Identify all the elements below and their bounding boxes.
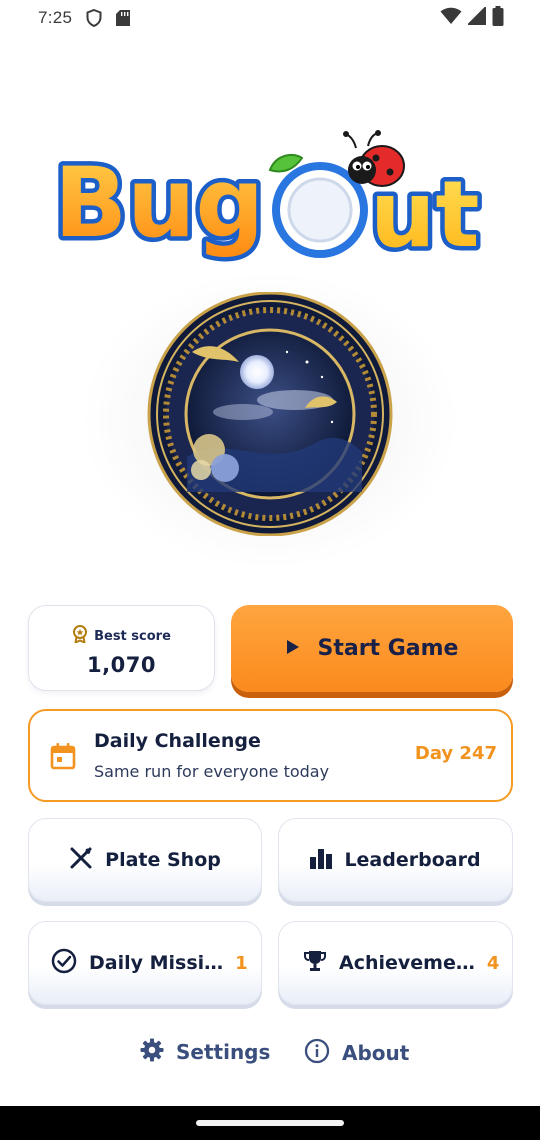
achievements-count: 4 — [486, 952, 500, 974]
home-gesture-handle[interactable] — [196, 1120, 344, 1126]
status-bar: 7:25 — [0, 0, 540, 36]
play-icon — [286, 639, 300, 659]
svg-text:ut: ut — [370, 161, 479, 268]
daily-challenge-day: Day 247 — [414, 743, 497, 764]
trophy-icon — [303, 949, 327, 977]
achievements-label: Achieveme… — [339, 952, 475, 974]
info-icon — [304, 1038, 330, 1068]
best-score-value: 1,070 — [87, 653, 156, 677]
daily-challenge-title: Daily Challenge — [94, 730, 261, 752]
signal-icon — [466, 5, 486, 29]
plate-shop-label: Plate Shop — [105, 849, 221, 871]
best-score-card: Best score 1,070 — [28, 605, 215, 691]
gear-icon — [140, 1038, 164, 1066]
daily-challenge-subtitle: Same run for everyone today — [94, 762, 330, 781]
svg-text:Bug: Bug — [54, 147, 264, 259]
daily-missions-label: Daily Missi… — [89, 952, 224, 974]
calendar-icon — [50, 742, 76, 774]
sd-card-icon — [116, 10, 131, 26]
leaderboard-label: Leaderboard — [344, 849, 481, 871]
daily-missions-button[interactable]: Daily Missi… 1 — [28, 921, 262, 1005]
settings-link[interactable]: Settings — [140, 1038, 270, 1066]
award-icon — [72, 625, 88, 647]
settings-label: Settings — [176, 1040, 271, 1064]
status-time: 7:25 — [38, 8, 73, 27]
navigation-bar — [0, 1106, 540, 1140]
achievements-button[interactable]: Achieveme… 4 — [278, 921, 513, 1005]
daily-missions-count: 1 — [235, 952, 248, 974]
shield-icon — [86, 9, 102, 27]
daily-challenge-card[interactable]: Daily Challenge Same run for everyone to… — [28, 709, 513, 802]
about-label: About — [342, 1041, 410, 1065]
about-link[interactable]: About — [304, 1038, 409, 1068]
leaderboard-button[interactable]: Leaderboard — [278, 818, 513, 902]
check-circle-icon — [51, 948, 77, 978]
battery-icon — [492, 6, 504, 30]
plate-shop-button[interactable]: Plate Shop — [28, 818, 262, 902]
featured-plate — [147, 291, 393, 537]
utensils-icon — [69, 846, 93, 874]
bugout-logo: Bug ut — [48, 128, 492, 278]
best-score-label: Best score — [94, 628, 171, 644]
start-game-label: Start Game — [317, 636, 459, 661]
bar-chart-icon — [310, 847, 333, 873]
wifi-icon — [440, 7, 462, 29]
start-game-button[interactable]: Start Game — [231, 605, 513, 692]
